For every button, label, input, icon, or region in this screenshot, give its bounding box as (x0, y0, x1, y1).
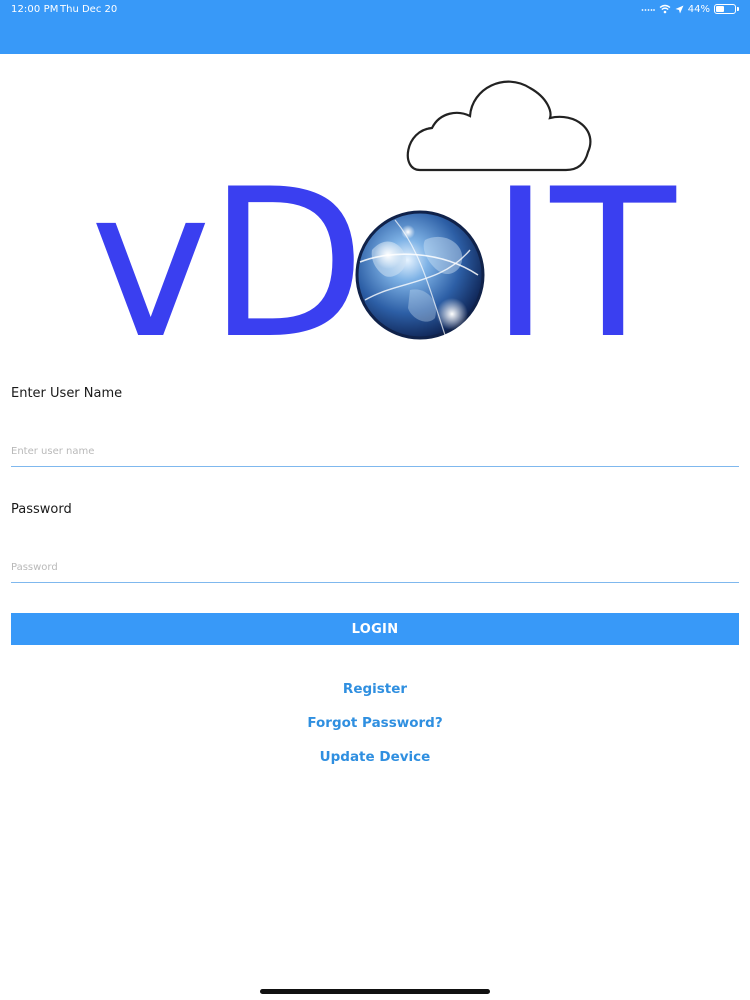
forgot-password-link[interactable]: Forgot Password? (0, 715, 750, 731)
signal-dots-icon (641, 9, 655, 11)
wifi-icon (659, 4, 671, 14)
username-label: Enter User Name (11, 386, 123, 401)
battery-level (716, 6, 724, 12)
status-date: Thu Dec 20 (60, 4, 118, 15)
username-input[interactable] (11, 437, 739, 467)
password-input[interactable] (11, 553, 739, 583)
logo-letter-v: v (90, 146, 211, 350)
navigation-bar: 12:00 PM Thu Dec 20 44% (0, 0, 750, 54)
battery-icon (714, 4, 736, 14)
globe-icon (354, 209, 486, 341)
update-device-link[interactable]: Update Device (0, 749, 750, 765)
password-label: Password (11, 502, 72, 517)
battery-percent: 44% (687, 3, 710, 15)
logo-letter-d: D (208, 146, 366, 350)
battery-nub (737, 7, 739, 11)
register-link[interactable]: Register (0, 681, 750, 697)
vdoit-logo: v D IT (90, 80, 676, 350)
location-icon (675, 5, 684, 13)
login-button[interactable]: LOGIN (11, 613, 739, 645)
status-time: 12:00 PM (11, 4, 59, 15)
logo-letters-it: IT (490, 146, 676, 350)
status-indicators: 44% (641, 2, 739, 16)
login-screen: 12:00 PM Thu Dec 20 44% v D IT Enter Use… (0, 0, 750, 1000)
home-indicator[interactable] (260, 989, 490, 994)
